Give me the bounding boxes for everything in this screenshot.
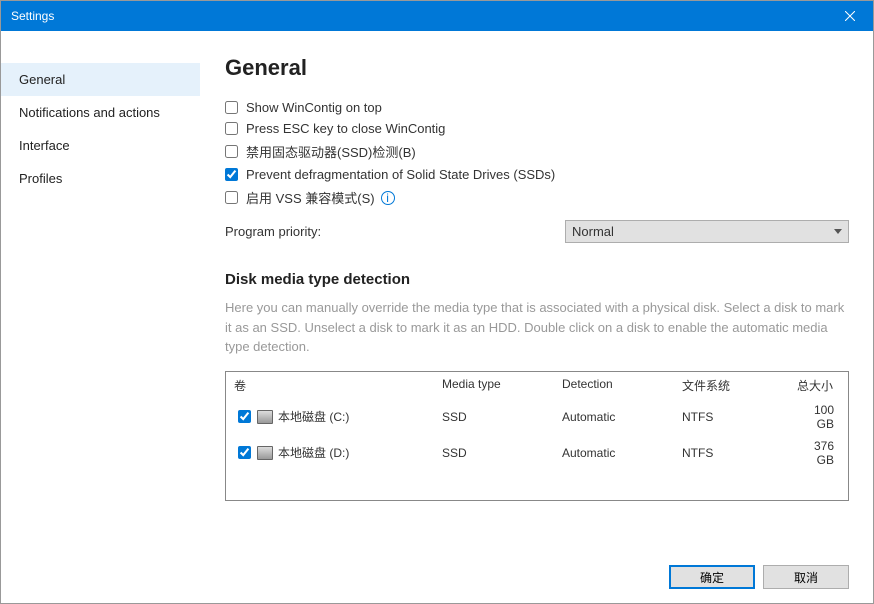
disk-row[interactable]: 本地磁盘 (D:) SSD Automatic NTFS 376 GB [226, 435, 848, 471]
footer: 确定 取消 [225, 555, 849, 589]
sidebar-item-profiles[interactable]: Profiles [1, 162, 200, 195]
body: General Notifications and actions Interf… [1, 31, 873, 603]
disk-filesystem: NTFS [674, 444, 786, 462]
option-esc-close[interactable]: Press ESC key to close WinContig [225, 118, 849, 139]
disk-description: Here you can manually override the media… [225, 298, 849, 357]
sidebar-item-notifications[interactable]: Notifications and actions [1, 96, 200, 129]
disk-detection: Automatic [554, 444, 674, 462]
disk-name: 本地磁盘 (C:) [278, 408, 349, 425]
content: General Show WinContig on top Press ESC … [201, 31, 873, 603]
option-show-on-top[interactable]: Show WinContig on top [225, 97, 849, 118]
disk-media: SSD [434, 408, 554, 426]
disk-filesystem: NTFS [674, 408, 786, 426]
window-title: Settings [11, 9, 827, 23]
checkbox-prevent-ssd-defrag[interactable] [225, 168, 238, 181]
priority-select[interactable]: Normal [565, 220, 849, 243]
sidebar-item-interface[interactable]: Interface [1, 129, 200, 162]
option-label: 启用 VSS 兼容模式(S) [246, 188, 375, 207]
priority-row: Program priority: Normal [225, 220, 849, 243]
disk-media: SSD [434, 444, 554, 462]
col-header-detection[interactable]: Detection [554, 372, 674, 399]
checkbox-show-on-top[interactable] [225, 101, 238, 114]
priority-value: Normal [572, 224, 614, 239]
disk-name: 本地磁盘 (D:) [278, 444, 349, 461]
checkbox-esc-close[interactable] [225, 122, 238, 135]
option-label: Press ESC key to close WinContig [246, 121, 445, 136]
settings-window: Settings General Notifications and actio… [0, 0, 874, 604]
disk-table: 卷 Media type Detection 文件系统 总大小 本地磁盘 (C:… [225, 371, 849, 501]
info-icon[interactable]: i [381, 191, 395, 205]
close-button[interactable] [827, 1, 873, 31]
option-label: 禁用固态驱动器(SSD)检测(B) [246, 142, 416, 161]
col-header-volume[interactable]: 卷 [226, 372, 434, 399]
col-header-media[interactable]: Media type [434, 372, 554, 399]
option-disable-ssd-detect[interactable]: 禁用固态驱动器(SSD)检测(B) [225, 139, 849, 164]
chevron-down-icon [834, 229, 842, 234]
priority-label: Program priority: [225, 224, 565, 239]
sidebar: General Notifications and actions Interf… [1, 31, 201, 603]
option-label: Show WinContig on top [246, 100, 382, 115]
disk-size: 100 GB [786, 401, 848, 433]
titlebar: Settings [1, 1, 873, 31]
option-prevent-ssd-defrag[interactable]: Prevent defragmentation of Solid State D… [225, 164, 849, 185]
disk-size: 376 GB [786, 437, 848, 469]
option-label: Prevent defragmentation of Solid State D… [246, 167, 555, 182]
disk-table-body: 本地磁盘 (C:) SSD Automatic NTFS 100 GB 本地 [226, 399, 848, 471]
disk-icon [257, 446, 273, 460]
disk-icon [257, 410, 273, 424]
checkbox-vss-compat[interactable] [225, 191, 238, 204]
content-scroll: General Show WinContig on top Press ESC … [225, 55, 849, 555]
section-heading: General [225, 55, 849, 81]
col-header-size[interactable]: 总大小 [786, 372, 848, 399]
sidebar-item-general[interactable]: General [1, 63, 200, 96]
disk-detection: Automatic [554, 408, 674, 426]
disk-table-header: 卷 Media type Detection 文件系统 总大小 [226, 372, 848, 399]
cancel-button[interactable]: 取消 [763, 565, 849, 589]
checkbox-disable-ssd-detect[interactable] [225, 145, 238, 158]
disk-heading: Disk media type detection [225, 271, 849, 288]
col-header-filesystem[interactable]: 文件系统 [674, 372, 786, 399]
option-vss-compat[interactable]: 启用 VSS 兼容模式(S) i [225, 185, 849, 210]
ok-button[interactable]: 确定 [669, 565, 755, 589]
disk-row-checkbox[interactable] [238, 410, 251, 423]
close-icon [845, 11, 855, 21]
disk-row[interactable]: 本地磁盘 (C:) SSD Automatic NTFS 100 GB [226, 399, 848, 435]
disk-row-checkbox[interactable] [238, 446, 251, 459]
